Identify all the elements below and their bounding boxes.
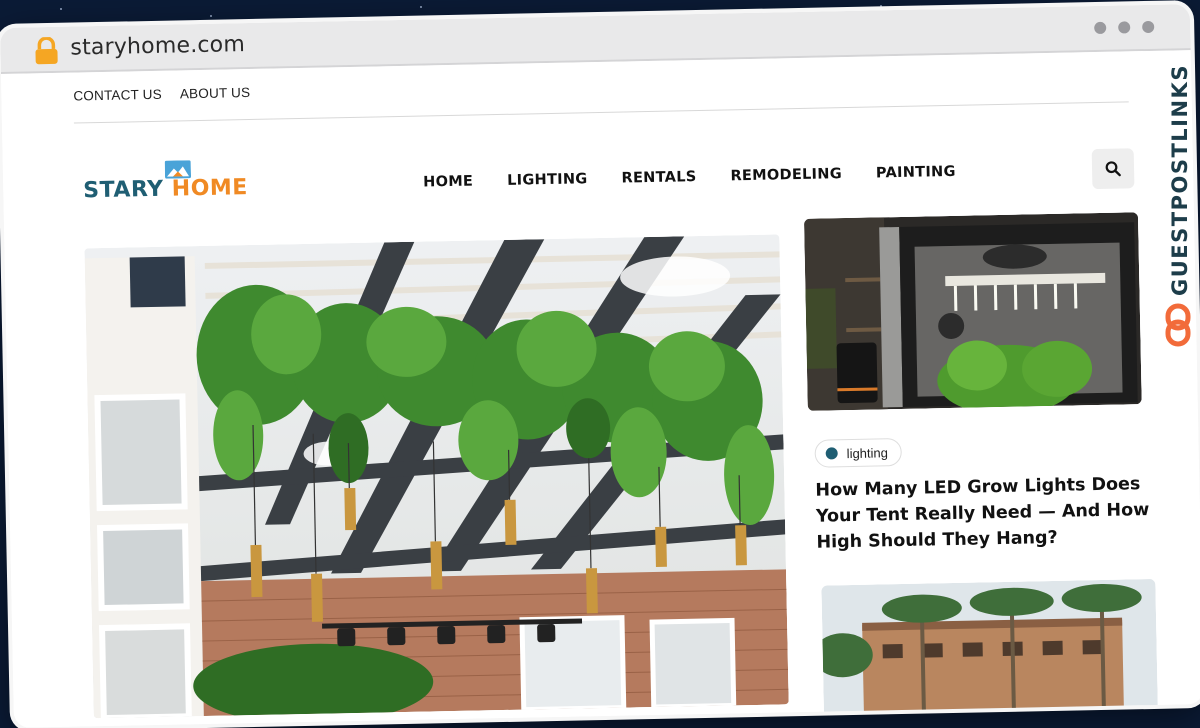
- guestpostlinks-watermark: GUESTPOSTLINKS: [1160, 56, 1196, 356]
- divider: [73, 101, 1129, 124]
- grow-tent-photo: [803, 212, 1142, 411]
- url-text[interactable]: staryhome.com: [70, 32, 245, 60]
- sidebar-post-image[interactable]: [803, 212, 1142, 411]
- window-dot-icon[interactable]: [1094, 21, 1107, 35]
- sidebar-post-title[interactable]: How Many LED Grow Lights Does Your Tent …: [815, 471, 1156, 556]
- nav-home[interactable]: HOME: [423, 174, 473, 191]
- category-tag[interactable]: lighting: [814, 437, 903, 468]
- window-dot-icon[interactable]: [1142, 20, 1155, 34]
- link-icon: [1165, 303, 1191, 347]
- nav-lighting[interactable]: LIGHTING: [507, 171, 588, 189]
- browser-window: staryhome.com CONTACT US ABOUT US STARY …: [0, 4, 1200, 728]
- logo-text-stary: STARY: [83, 176, 164, 204]
- nav-rentals[interactable]: RENTALS: [621, 169, 696, 187]
- about-us-link[interactable]: ABOUT US: [180, 85, 251, 101]
- hanging-plants-ceiling-photo: [84, 234, 789, 719]
- logo-text-home: HOME: [171, 175, 249, 202]
- lock-icon: [35, 36, 58, 65]
- search-icon: [1105, 161, 1121, 177]
- tag-dot: [825, 447, 838, 460]
- site-logo[interactable]: STARY HOME: [83, 159, 248, 212]
- tag-label: lighting: [846, 444, 889, 461]
- web-page: CONTACT US ABOUT US STARY HOME HOME LIGH…: [0, 50, 1200, 728]
- watermark-text: GUESTPOSTLINKS: [1168, 64, 1192, 296]
- palm-trees-building-photo: [821, 578, 1159, 728]
- sidebar-post-2-image[interactable]: [821, 578, 1159, 728]
- window-controls: [1094, 20, 1155, 35]
- nav-painting[interactable]: PAINTING: [876, 164, 956, 182]
- search-button[interactable]: [1091, 148, 1135, 190]
- window-dot-icon[interactable]: [1118, 21, 1131, 34]
- contact-us-link[interactable]: CONTACT US: [73, 87, 162, 104]
- top-navigation: CONTACT US ABOUT US: [73, 85, 250, 104]
- main-navigation: HOME LIGHTING RENTALS REMODELING PAINTIN…: [423, 164, 956, 191]
- featured-post-image[interactable]: [84, 234, 789, 719]
- nav-remodeling[interactable]: REMODELING: [730, 166, 842, 184]
